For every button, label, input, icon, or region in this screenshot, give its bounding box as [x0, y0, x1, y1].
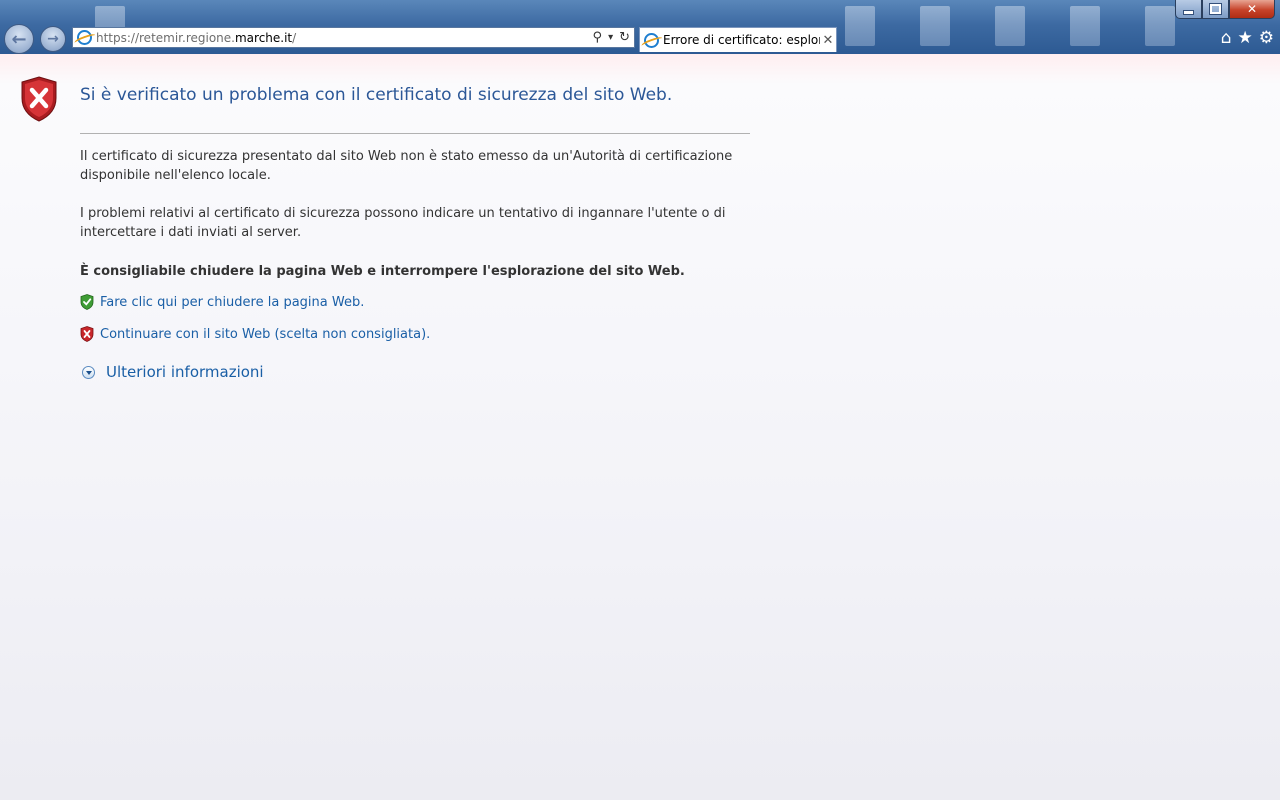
desktop-icon [1145, 6, 1175, 46]
close-icon: ✕ [1246, 2, 1258, 16]
address-prefix: https://retemir.regione. [96, 30, 235, 45]
more-info-link[interactable]: Ulteriori informazioni [106, 363, 264, 381]
restore-button[interactable] [1202, 0, 1229, 19]
minimize-icon [1183, 9, 1194, 15]
continue-site-row: Continuare con il sito Web (scelta non c… [80, 326, 430, 342]
more-info-row[interactable]: Ulteriori informazioni [82, 363, 264, 381]
certificate-error-page: Si è verificato un problema con il certi… [0, 54, 1280, 800]
search-icon[interactable]: ⚲ [589, 30, 607, 45]
shield-error-icon [21, 76, 57, 122]
info-paragraph-1: Il certificato di sicurezza presentato d… [80, 149, 733, 183]
shield-check-icon [80, 294, 94, 310]
address-suffix: / [292, 30, 297, 45]
continue-site-link[interactable]: Continuare con il sito Web (scelta non c… [100, 327, 430, 342]
close-window-button[interactable]: ✕ [1229, 0, 1275, 19]
arrow-left-icon: ← [11, 28, 27, 50]
ie-page-icon [644, 32, 659, 48]
desktop-icon [1070, 6, 1100, 46]
chevron-down-icon[interactable] [82, 365, 95, 379]
info-paragraph-2: I problemi relativi al certificato di si… [80, 206, 726, 240]
divider [80, 133, 750, 134]
tab-title: Errore di certificato: esplora... [663, 33, 820, 47]
ie-page-icon [77, 30, 92, 45]
address-bar[interactable]: https://retemir.regione.marche.it/ ⚲ ▾ ↻ [72, 27, 635, 48]
home-icon[interactable]: ⌂ [1221, 28, 1232, 48]
gear-icon[interactable]: ⚙ [1259, 28, 1274, 48]
desktop-icon [845, 6, 875, 46]
desktop-icon [920, 6, 950, 46]
advice-text: È consigliabile chiudere la pagina Web e… [80, 264, 685, 279]
restore-icon [1210, 4, 1221, 14]
command-icons: ⌂ ★ ⚙ [1221, 28, 1274, 48]
close-page-row: Fare clic qui per chiudere la pagina Web… [80, 294, 364, 310]
back-button[interactable]: ← [4, 24, 34, 54]
tab-certificate-error[interactable]: Errore di certificato: esplora... ✕ [639, 27, 837, 52]
arrow-right-icon: → [47, 31, 59, 47]
refresh-icon[interactable]: ↻ [615, 30, 634, 45]
minimize-button[interactable] [1175, 0, 1202, 19]
star-icon[interactable]: ★ [1238, 28, 1253, 48]
address-url[interactable]: https://retemir.regione.marche.it/ [96, 31, 589, 45]
forward-button[interactable]: → [40, 26, 66, 52]
tab-close-icon[interactable]: ✕ [820, 33, 836, 48]
shield-x-icon [80, 326, 94, 342]
page-title: Si è verificato un problema con il certi… [80, 85, 673, 105]
desktop-icon [995, 6, 1025, 46]
close-page-link[interactable]: Fare clic qui per chiudere la pagina Web… [100, 295, 364, 310]
address-domain: marche.it [234, 30, 293, 45]
window-controls: ✕ [1175, 0, 1275, 19]
browser-chrome: ✕ ← → https://retemir.regione.marche.it/… [0, 0, 1280, 54]
chevron-down-icon[interactable]: ▾ [606, 32, 615, 43]
